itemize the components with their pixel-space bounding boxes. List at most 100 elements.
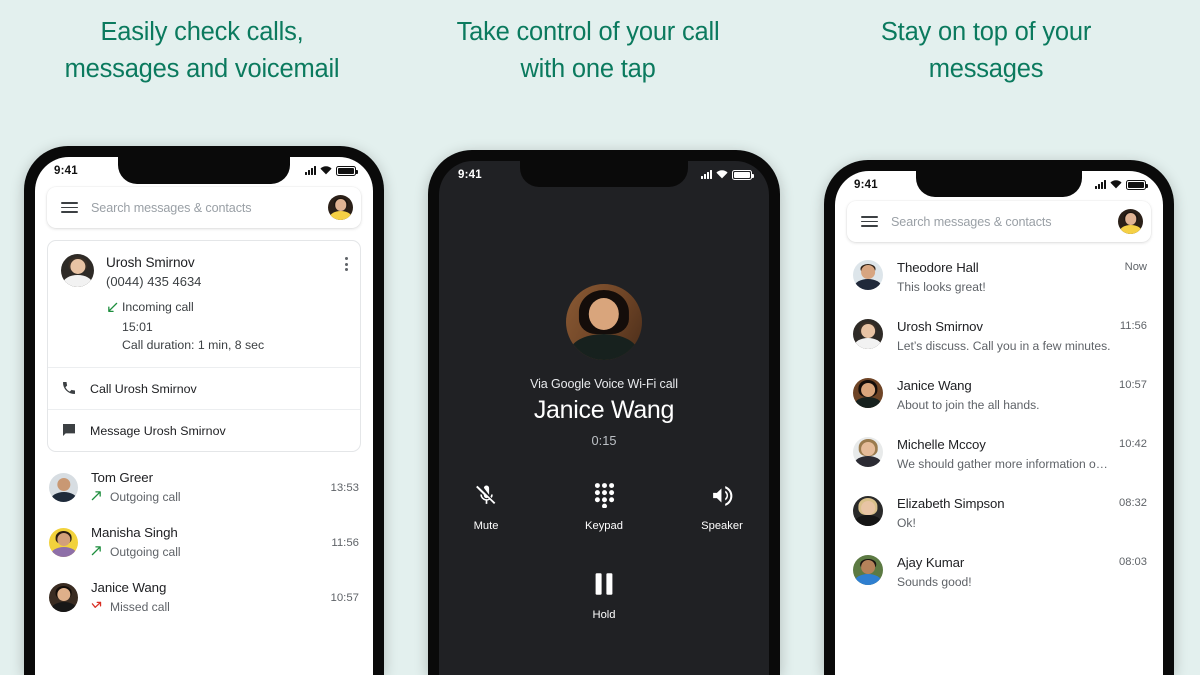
call-action-label: Call Urosh Smirnov [90, 381, 197, 396]
call-log-type: Outgoing call [110, 490, 181, 504]
avatar [49, 528, 78, 557]
avatar [853, 437, 883, 467]
battery-full-icon [732, 169, 754, 180]
call-log-row[interactable]: Janice Wang Missed call 10:57 [47, 570, 361, 625]
outgoing-call-arrow-icon [91, 488, 102, 506]
avatar [49, 583, 78, 612]
phone-mockup-active-call: 9:41 Via Google Voice Wi-Fi call Janice … [428, 150, 780, 675]
call-log-time: 11:56 [331, 536, 359, 549]
speaker-button[interactable]: Speaker [692, 479, 752, 532]
avatar [49, 473, 78, 502]
call-log-row[interactable]: Tom Greer Outgoing call 13:53 [47, 460, 361, 515]
missed-call-arrow-icon [91, 598, 102, 616]
message-time: 08:03 [1119, 556, 1147, 568]
call-log-name: Manisha Singh [91, 525, 178, 540]
status-time: 9:41 [854, 178, 878, 191]
message-contact-button[interactable]: Message Urosh Smirnov [48, 409, 360, 451]
message-time: 11:56 [1119, 320, 1147, 332]
call-contact-button[interactable]: Call Urosh Smirnov [48, 367, 360, 409]
message-preview: Let’s discuss. Call you in a few minutes… [897, 339, 1111, 353]
phone3-status-bar: 9:41 [835, 171, 1163, 198]
battery-full-icon [1126, 179, 1148, 190]
hold-label: Hold [592, 609, 616, 621]
call-log-time: 13:53 [330, 481, 359, 494]
phone-mockups: 9:41 Search messages & contacts Urosh Sm… [0, 0, 1200, 675]
avatar [853, 555, 883, 585]
message-icon [61, 422, 78, 439]
call-log-name: Janice Wang [91, 580, 167, 595]
message-sender: Urosh Smirnov [897, 319, 983, 334]
message-sender: Elizabeth Simpson [897, 496, 1005, 511]
active-call-screen: Via Google Voice Wi-Fi call Janice Wang … [439, 284, 769, 675]
message-sender: Janice Wang [897, 378, 972, 393]
caller-name: Janice Wang [533, 396, 675, 424]
keypad-label: Keypad [585, 520, 623, 532]
call-controls-row-2: Hold [439, 568, 769, 621]
call-via-label: Via Google Voice Wi-Fi call [530, 377, 678, 391]
message-time: 10:57 [1119, 379, 1147, 391]
search-input[interactable]: Search messages & contacts [878, 215, 1118, 229]
avatar [853, 378, 883, 408]
avatar [853, 260, 883, 290]
message-row[interactable]: Urosh Smirnov Let’s discuss. Call you in… [835, 307, 1163, 366]
message-row[interactable]: Janice Wang About to join the all hands.… [835, 366, 1163, 425]
message-preview: Sounds good! [897, 575, 972, 589]
call-timer: 0:15 [591, 433, 617, 448]
call-meta: Incoming call 15:01 Call duration: 1 min… [106, 298, 264, 354]
caller-avatar [566, 284, 642, 360]
wifi-icon [320, 166, 332, 175]
message-row[interactable]: Elizabeth Simpson Ok! 08:32 [835, 484, 1163, 543]
message-row[interactable]: Theodore Hall This looks great! Now [835, 248, 1163, 307]
message-row[interactable]: Ajay Kumar Sounds good! 08:03 [835, 543, 1163, 602]
speaker-icon [710, 479, 735, 511]
mute-button[interactable]: Mute [456, 479, 516, 532]
call-detail-card[interactable]: Urosh Smirnov (0044) 435 4634 Incoming c… [47, 240, 361, 452]
call-log-row[interactable]: Manisha Singh Outgoing call 11:56 [47, 515, 361, 570]
phone2-status-bar: 9:41 [439, 161, 769, 188]
call-log-name: Tom Greer [91, 470, 153, 485]
hamburger-menu-icon[interactable] [861, 215, 878, 228]
call-log-type: Outgoing call [110, 545, 181, 559]
contact-avatar [61, 254, 94, 287]
account-avatar[interactable] [1118, 209, 1143, 234]
keypad-icon [593, 479, 616, 511]
signal-bars-icon [701, 170, 712, 179]
search-bar[interactable]: Search messages & contacts [847, 201, 1151, 242]
message-sender: Ajay Kumar [897, 555, 965, 570]
phone1-screen: 9:41 Search messages & contacts Urosh Sm… [35, 157, 373, 675]
search-input[interactable]: Search messages & contacts [78, 201, 328, 215]
hamburger-menu-icon[interactable] [61, 201, 78, 214]
phone-mockup-messages: 9:41 Search messages & contacts Theodore… [824, 160, 1174, 675]
phone3-screen: 9:41 Search messages & contacts Theodore… [835, 171, 1163, 675]
call-contact-name: Urosh Smirnov [106, 255, 195, 270]
call-log-type: Missed call [110, 600, 170, 614]
hold-button[interactable]: Hold [574, 568, 634, 621]
message-list: Theodore Hall This looks great! Now Uros… [835, 242, 1163, 602]
message-preview: Ok! [897, 516, 916, 530]
phone1-status-bar: 9:41 [35, 157, 373, 184]
message-preview: This looks great! [897, 280, 986, 294]
message-row[interactable]: Michelle Mccoy We should gather more inf… [835, 425, 1163, 484]
message-sender: Michelle Mccoy [897, 437, 986, 452]
call-log-time: 10:57 [330, 591, 359, 604]
status-time: 9:41 [54, 164, 78, 177]
status-icons [701, 169, 754, 180]
wifi-icon [716, 170, 728, 179]
call-log-list: Tom Greer Outgoing call 13:53 Manisha Si… [35, 452, 373, 625]
message-sender: Theodore Hall [897, 260, 979, 275]
message-preview: About to join the all hands. [897, 398, 1040, 412]
call-contact-phone: (0044) 435 4634 [106, 274, 202, 289]
status-icons [305, 165, 358, 176]
pause-icon [593, 568, 615, 600]
more-options-icon[interactable] [345, 254, 348, 354]
call-time: 15:01 [122, 320, 153, 334]
phone2-screen: 9:41 Via Google Voice Wi-Fi call Janice … [439, 161, 769, 675]
search-bar[interactable]: Search messages & contacts [47, 187, 361, 228]
message-time: 10:42 [1119, 438, 1147, 450]
mic-off-icon [474, 479, 499, 511]
account-avatar[interactable] [328, 195, 353, 220]
call-direction: Incoming call [122, 300, 194, 314]
keypad-button[interactable]: Keypad [574, 479, 634, 532]
phone-mockup-calls: 9:41 Search messages & contacts Urosh Sm… [24, 146, 384, 675]
message-action-label: Message Urosh Smirnov [90, 423, 226, 438]
